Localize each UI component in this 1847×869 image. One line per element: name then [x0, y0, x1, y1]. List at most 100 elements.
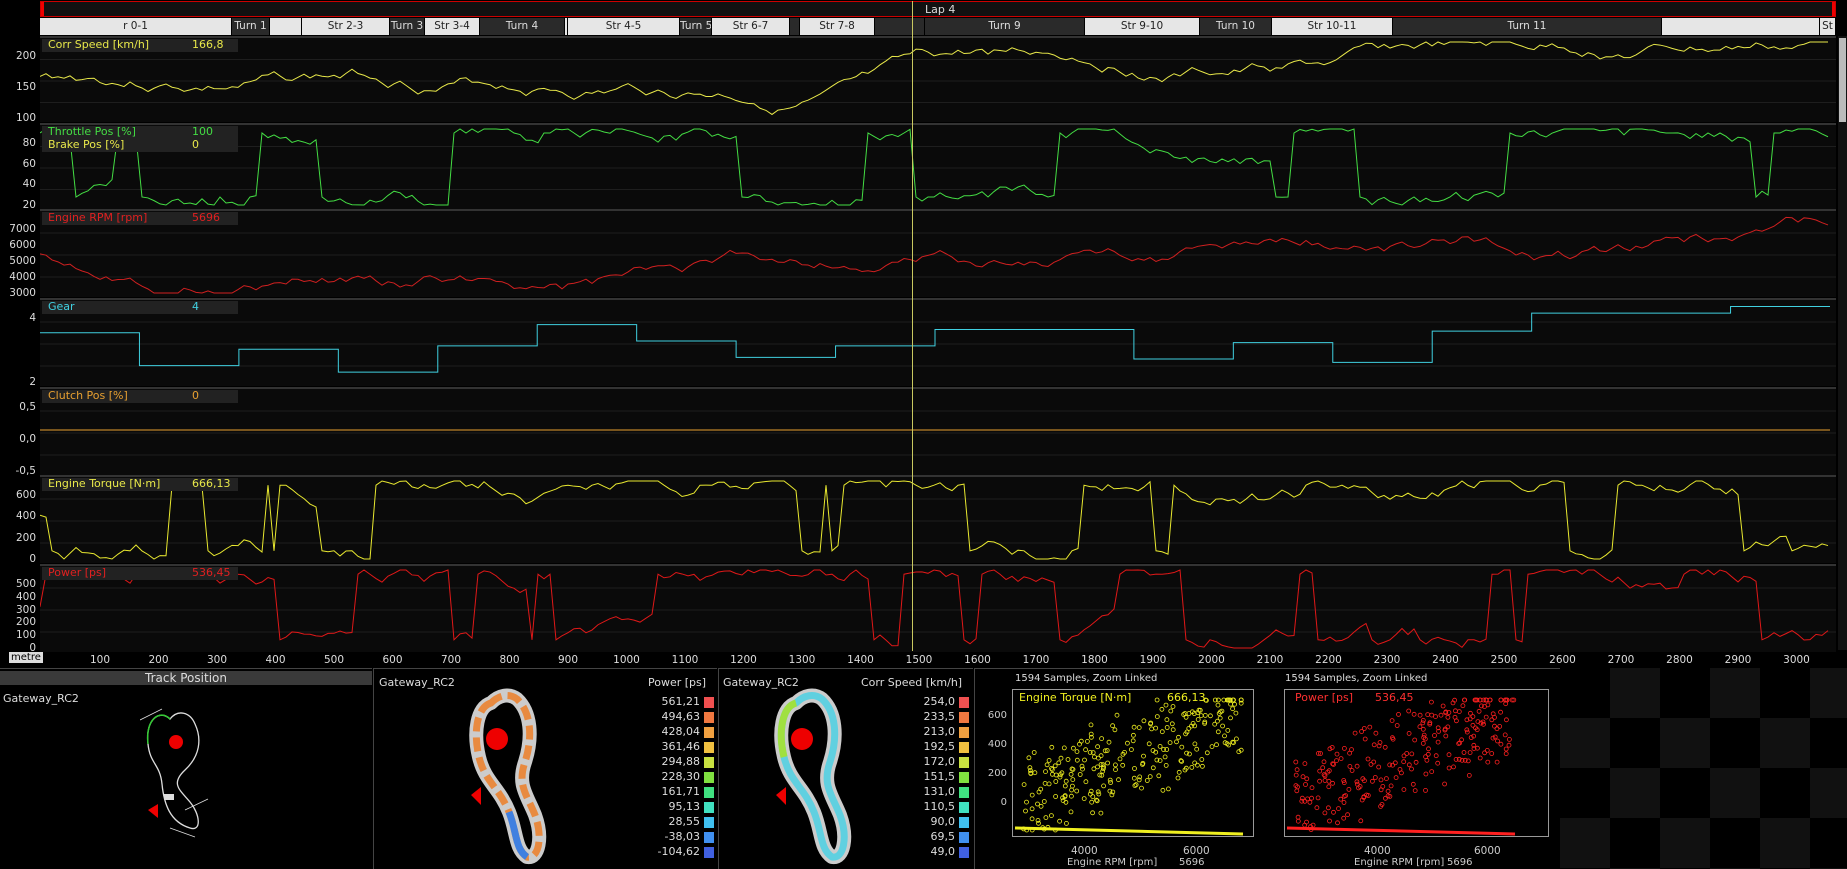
scatter-point	[1232, 701, 1238, 707]
channel-panel-speed[interactable]	[40, 36, 1836, 122]
track-position-panel[interactable]: Track Position Gateway_RC2	[0, 668, 372, 869]
power-map-track: Gateway_RC2	[379, 676, 455, 689]
channel-panel-clutch[interactable]	[40, 387, 1836, 475]
torque-scatter-points	[1014, 697, 1244, 836]
scatter-point	[1023, 808, 1028, 814]
x-tick: 1900	[1139, 654, 1167, 666]
segment-5[interactable]: Str 3-4	[425, 18, 480, 35]
scatter-point	[1057, 818, 1062, 824]
channel-label-rpm-0: Engine RPM [rpm]	[48, 211, 148, 224]
legend-swatch	[959, 787, 969, 798]
scatter-point	[1029, 816, 1035, 822]
segment-14[interactable]: Turn 9	[925, 18, 1085, 35]
scatter-point	[1096, 755, 1101, 761]
scrollbar-thumb[interactable]	[1839, 38, 1846, 122]
channel-panel-power[interactable]	[40, 564, 1836, 652]
scatter-point	[1365, 756, 1371, 762]
channel-label-gear-0: Gear	[48, 300, 75, 313]
scatter-point	[1367, 724, 1373, 730]
segment-13[interactable]	[875, 18, 925, 35]
channel-label-clutch-0: Clutch Pos [%]	[48, 389, 128, 402]
segment-0[interactable]: r 0-1	[40, 18, 232, 35]
channel-panel-rpm[interactable]	[40, 209, 1836, 297]
scatter-point	[1101, 783, 1106, 789]
scatter-point	[1063, 778, 1069, 784]
segment-17[interactable]: Str 10-11	[1272, 18, 1393, 35]
scatter-point	[1179, 744, 1185, 750]
scatter-point	[1380, 784, 1386, 789]
scatter-point	[1406, 708, 1412, 714]
segment-6[interactable]: Turn 4	[480, 18, 565, 35]
vertical-scrollbar[interactable]	[1838, 36, 1847, 650]
power-scatter-panel[interactable]: 1594 Samples, Zoom Linked Power [ps] 536…	[1284, 668, 1560, 869]
scatter-point	[1147, 774, 1153, 779]
segment-19[interactable]	[1662, 18, 1820, 35]
scatter-point	[1293, 759, 1299, 765]
channel-panel-gear[interactable]	[40, 298, 1836, 386]
x-tick: 2000	[1198, 654, 1225, 666]
scatter-point	[1485, 702, 1491, 708]
scatter-point	[1083, 747, 1088, 753]
speed-track-map-panel[interactable]: Gateway_RC2 Corr Speed [km/h] 254,0 233,5…	[718, 668, 973, 869]
segment-9[interactable]: Turn 5	[680, 18, 712, 35]
power-scatter-plot[interactable]: Power [ps] 536,45	[1284, 689, 1549, 837]
x-tick: 3000	[1783, 654, 1810, 666]
segment-4[interactable]: Turn 3	[390, 18, 425, 35]
scatter-point	[1338, 756, 1344, 761]
scatter-point	[1342, 746, 1347, 751]
scatter-point	[1326, 784, 1332, 790]
legend-swatch	[959, 712, 969, 723]
torque-scatter-plot[interactable]: Engine Torque [N·m] 666,13	[1012, 689, 1254, 837]
y-tick-clutch: 0,5	[19, 401, 36, 413]
channel-value-gear-0: 4	[192, 300, 199, 313]
channel-panel-torque[interactable]	[40, 475, 1836, 563]
time-cursor[interactable]	[912, 1, 913, 651]
scatter-point	[1334, 758, 1339, 763]
scatter-point	[1295, 814, 1301, 820]
scatter-point	[1385, 788, 1391, 794]
x-tick: 200	[148, 654, 169, 666]
segment-20[interactable]: St	[1820, 18, 1836, 35]
segment-10[interactable]: Str 6-7	[712, 18, 790, 35]
scatter-point	[1304, 776, 1310, 782]
power-heatmap-track	[469, 688, 547, 864]
scatter-point	[1409, 766, 1414, 772]
scatter-point	[1456, 709, 1462, 715]
scatter-point	[1136, 725, 1142, 730]
power-scatter-points	[1286, 697, 1517, 836]
torque-scatter-panel[interactable]: 1594 Samples, Zoom Linked Engine Torque …	[974, 668, 1284, 869]
scatter-point	[1228, 701, 1234, 707]
scatter-point	[1225, 728, 1231, 733]
segment-2[interactable]	[270, 18, 302, 35]
y-tick-throttle: 20	[22, 199, 36, 211]
segment-11[interactable]	[790, 18, 800, 35]
segment-18[interactable]: Turn 11	[1393, 18, 1662, 35]
segment-3[interactable]: Str 2-3	[302, 18, 390, 35]
y-tick-gear: 2	[29, 376, 36, 388]
lap-bar[interactable]: Lap 4	[40, 1, 1836, 17]
scatter-point	[1170, 704, 1176, 709]
scatter-point	[1132, 783, 1138, 788]
scatter-point	[1334, 751, 1340, 757]
legend-swatch	[959, 817, 969, 828]
scatter-point	[1192, 741, 1198, 747]
scatter-point	[1373, 730, 1379, 736]
power-track-map-panel[interactable]: Gateway_RC2 Power [ps] 561,21 494,63 428,0…	[373, 668, 717, 869]
legend-value: 95,13	[668, 800, 701, 813]
scatter-point	[1170, 727, 1176, 733]
scatter-point	[1176, 769, 1182, 775]
segment-12[interactable]: Str 7-8	[800, 18, 875, 35]
scatter-point	[1451, 764, 1456, 770]
channel-panel-throttle[interactable]	[40, 123, 1836, 209]
scatter-point	[1090, 810, 1095, 816]
legend-swatch	[704, 787, 714, 798]
channel-value-speed-0: 166,8	[192, 38, 224, 51]
track-segments-bar[interactable]: r 0-1 Turn 1 Str 2-3 Turn 3 Str 3-4 Turn 4 Str…	[40, 18, 1836, 35]
segment-15[interactable]: Str 9-10	[1085, 18, 1200, 35]
scatter-point	[1125, 740, 1130, 746]
segment-8[interactable]: Str 4-5	[568, 18, 680, 35]
segment-16[interactable]: Turn 10	[1200, 18, 1272, 35]
segment-1[interactable]: Turn 1	[232, 18, 270, 35]
legend-swatch	[959, 697, 969, 708]
legend-value: 254,0	[923, 695, 956, 708]
